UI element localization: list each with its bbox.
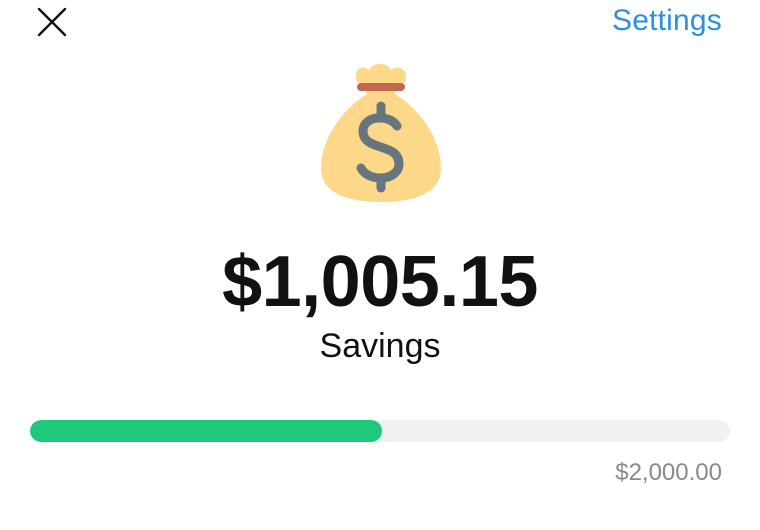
- savings-progress-fill: [30, 420, 382, 442]
- money-bag-icon: [317, 60, 445, 204]
- goal-amount: $2,000.00: [615, 459, 722, 486]
- account-label: Savings: [319, 327, 441, 365]
- close-button[interactable]: [34, 4, 70, 40]
- close-icon: [37, 7, 67, 37]
- settings-button[interactable]: Settings: [612, 4, 722, 38]
- savings-progress-bar: [30, 420, 730, 442]
- savings-balance: $1,005.15: [222, 242, 538, 322]
